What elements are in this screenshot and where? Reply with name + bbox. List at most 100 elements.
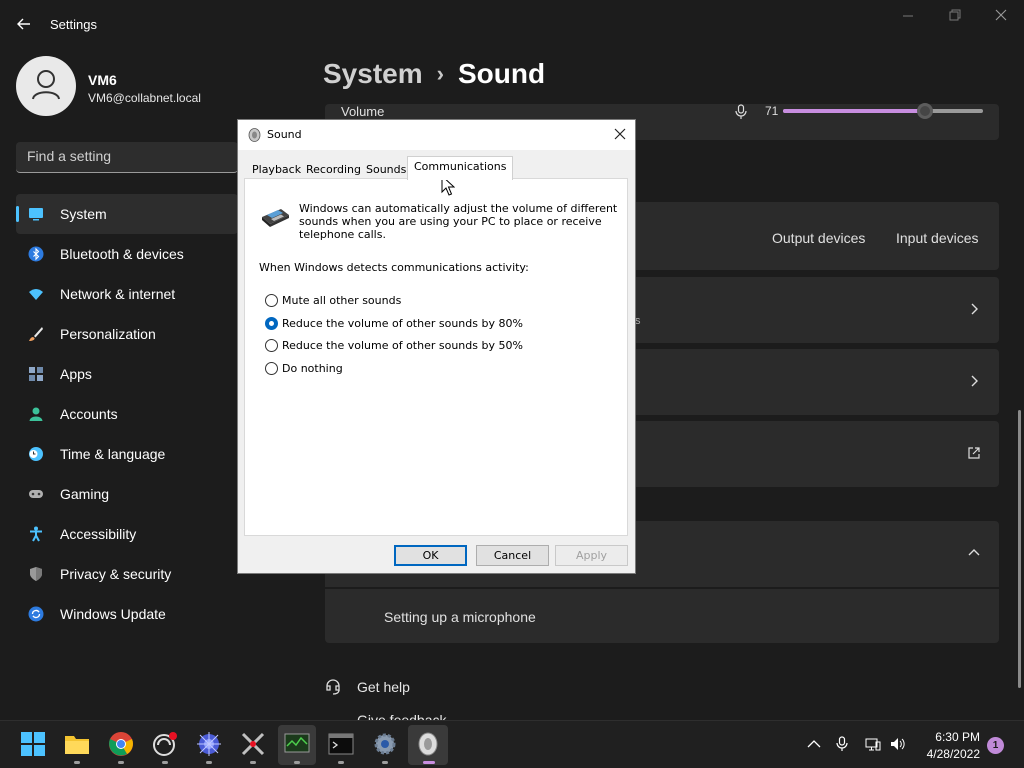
option-reduce-80[interactable]: Reduce the volume of other sounds by 80% [265, 317, 523, 330]
telephone-icon [262, 209, 289, 227]
breadcrumb-parent[interactable]: System [323, 58, 423, 90]
monitor-icon [29, 208, 43, 221]
active-indicator [423, 761, 435, 764]
close-icon[interactable] [612, 126, 628, 142]
ok-button[interactable]: OK [394, 545, 467, 566]
chevron-right-icon [971, 303, 978, 315]
radio-button-selected[interactable] [265, 317, 278, 330]
update-icon [28, 606, 44, 622]
get-help-label: Get help [357, 679, 410, 695]
sidebar-item-network[interactable]: Network & internet [16, 274, 238, 314]
sidebar-item-personalization[interactable]: Personalization [16, 314, 238, 354]
user-profile[interactable]: VM6 VM6@collabnet.local [16, 56, 316, 120]
sound-icon[interactable] [415, 731, 441, 757]
microphone-icon[interactable] [733, 104, 749, 120]
option-label: Reduce the volume of other sounds by 80% [282, 317, 523, 330]
option-label: Do nothing [282, 362, 343, 375]
tab-sounds[interactable]: Sounds [359, 159, 413, 179]
option-label: Reduce the volume of other sounds by 50% [282, 339, 523, 352]
notification-badge[interactable]: 1 [987, 737, 1004, 754]
volume-slider-fill [783, 109, 925, 113]
sidebar-item-windows-update[interactable]: Windows Update [16, 594, 238, 634]
apply-button[interactable]: Apply [555, 545, 628, 566]
restore-icon[interactable] [944, 8, 964, 24]
volume-slider-thumb[interactable] [917, 103, 933, 119]
communications-panel: Windows can automatically adjust the vol… [244, 178, 628, 536]
avatar [16, 56, 76, 116]
chevron-up-icon[interactable] [967, 546, 981, 560]
sidebar-nav: System Bluetooth & devices Network & int… [16, 194, 238, 634]
sidebar-item-label: Privacy & security [60, 566, 172, 582]
breadcrumb-separator: › [436, 61, 444, 86]
search-box[interactable] [16, 142, 238, 173]
user-email: VM6@collabnet.local [88, 91, 201, 105]
sidebar-item-privacy[interactable]: Privacy & security [16, 554, 238, 594]
tab-recording[interactable]: Recording [299, 159, 368, 179]
back-arrow-icon[interactable] [14, 14, 34, 34]
clock-date[interactable]: 4/28/2022 [918, 747, 980, 761]
minimize-icon[interactable] [898, 8, 918, 24]
radio-button[interactable] [265, 339, 278, 352]
sidebar-item-label: Time & language [60, 446, 166, 462]
get-help-link[interactable]: Get help [324, 678, 410, 696]
settings-titlebar: Settings [0, 0, 1024, 48]
setting-up-microphone-link[interactable]: Setting up a microphone [384, 609, 536, 625]
sidebar-item-accounts[interactable]: Accounts [16, 394, 238, 434]
option-mute-all[interactable]: Mute all other sounds [265, 294, 401, 307]
volume-value: 71 [765, 104, 779, 118]
scrollbar[interactable] [1018, 410, 1021, 688]
volume-label: Volume [341, 104, 385, 119]
search-input[interactable] [27, 148, 227, 164]
settings-icon[interactable] [372, 731, 398, 757]
give-feedback-link[interactable]: Give feedback [357, 712, 447, 720]
clock-time[interactable]: 6:30 PM [930, 730, 980, 744]
running-indicator [338, 761, 344, 764]
chrome-icon[interactable] [108, 731, 134, 757]
sidebar-item-system[interactable]: System [16, 194, 238, 234]
sidebar-item-apps[interactable]: Apps [16, 354, 238, 394]
bluetooth-icon [28, 246, 44, 262]
user-name: VM6 [88, 72, 117, 88]
network-app-icon[interactable] [196, 731, 222, 757]
sidebar-item-label: Windows Update [60, 606, 166, 622]
monitor-app-icon[interactable] [284, 731, 310, 757]
output-devices-link[interactable]: Output devices [772, 230, 865, 246]
expander-sub-item[interactable]: Setting up a microphone [325, 589, 999, 643]
microphone-icon[interactable] [834, 736, 850, 752]
dialog-titlebar[interactable]: Sound [238, 120, 635, 150]
volume-slider[interactable] [783, 103, 983, 119]
shield-icon [30, 567, 42, 581]
radio-button[interactable] [265, 294, 278, 307]
input-devices-link[interactable]: Input devices [896, 230, 979, 246]
option-reduce-50[interactable]: Reduce the volume of other sounds by 50% [265, 339, 523, 352]
taskbar: 6:30 PM 4/28/2022 1 [0, 720, 1024, 768]
tools-icon[interactable] [240, 731, 266, 757]
sidebar-item-label: Apps [60, 366, 92, 382]
person-icon [32, 70, 60, 100]
sidebar-item-bluetooth[interactable]: Bluetooth & devices [16, 234, 238, 274]
cancel-button[interactable]: Cancel [476, 545, 549, 566]
open-external-icon [968, 447, 980, 459]
breadcrumb-current: Sound [457, 58, 546, 89]
sidebar-item-label: System [60, 206, 107, 222]
sidebar-item-accessibility[interactable]: Accessibility [16, 514, 238, 554]
chevron-up-icon[interactable] [806, 736, 822, 752]
app-icon[interactable] [152, 731, 178, 757]
option-do-nothing[interactable]: Do nothing [265, 362, 343, 375]
page-title: System › Sound [323, 58, 545, 90]
start-icon[interactable] [20, 731, 46, 757]
running-indicator [118, 761, 124, 764]
sidebar-item-gaming[interactable]: Gaming [16, 474, 238, 514]
sidebar-item-time-language[interactable]: Time & language [16, 434, 238, 474]
close-window-icon[interactable] [991, 8, 1011, 24]
sidebar-item-label: Network & internet [60, 286, 176, 302]
file-explorer-icon[interactable] [64, 731, 90, 757]
terminal-icon[interactable] [328, 731, 354, 757]
running-indicator [206, 761, 212, 764]
sidebar-item-label: Bluetooth & devices [60, 246, 184, 262]
radio-button[interactable] [265, 362, 278, 375]
network-icon[interactable] [865, 736, 881, 752]
tab-communications[interactable]: Communications [407, 156, 514, 180]
question-label: When Windows detects communications acti… [259, 261, 529, 274]
volume-icon[interactable] [890, 736, 906, 752]
